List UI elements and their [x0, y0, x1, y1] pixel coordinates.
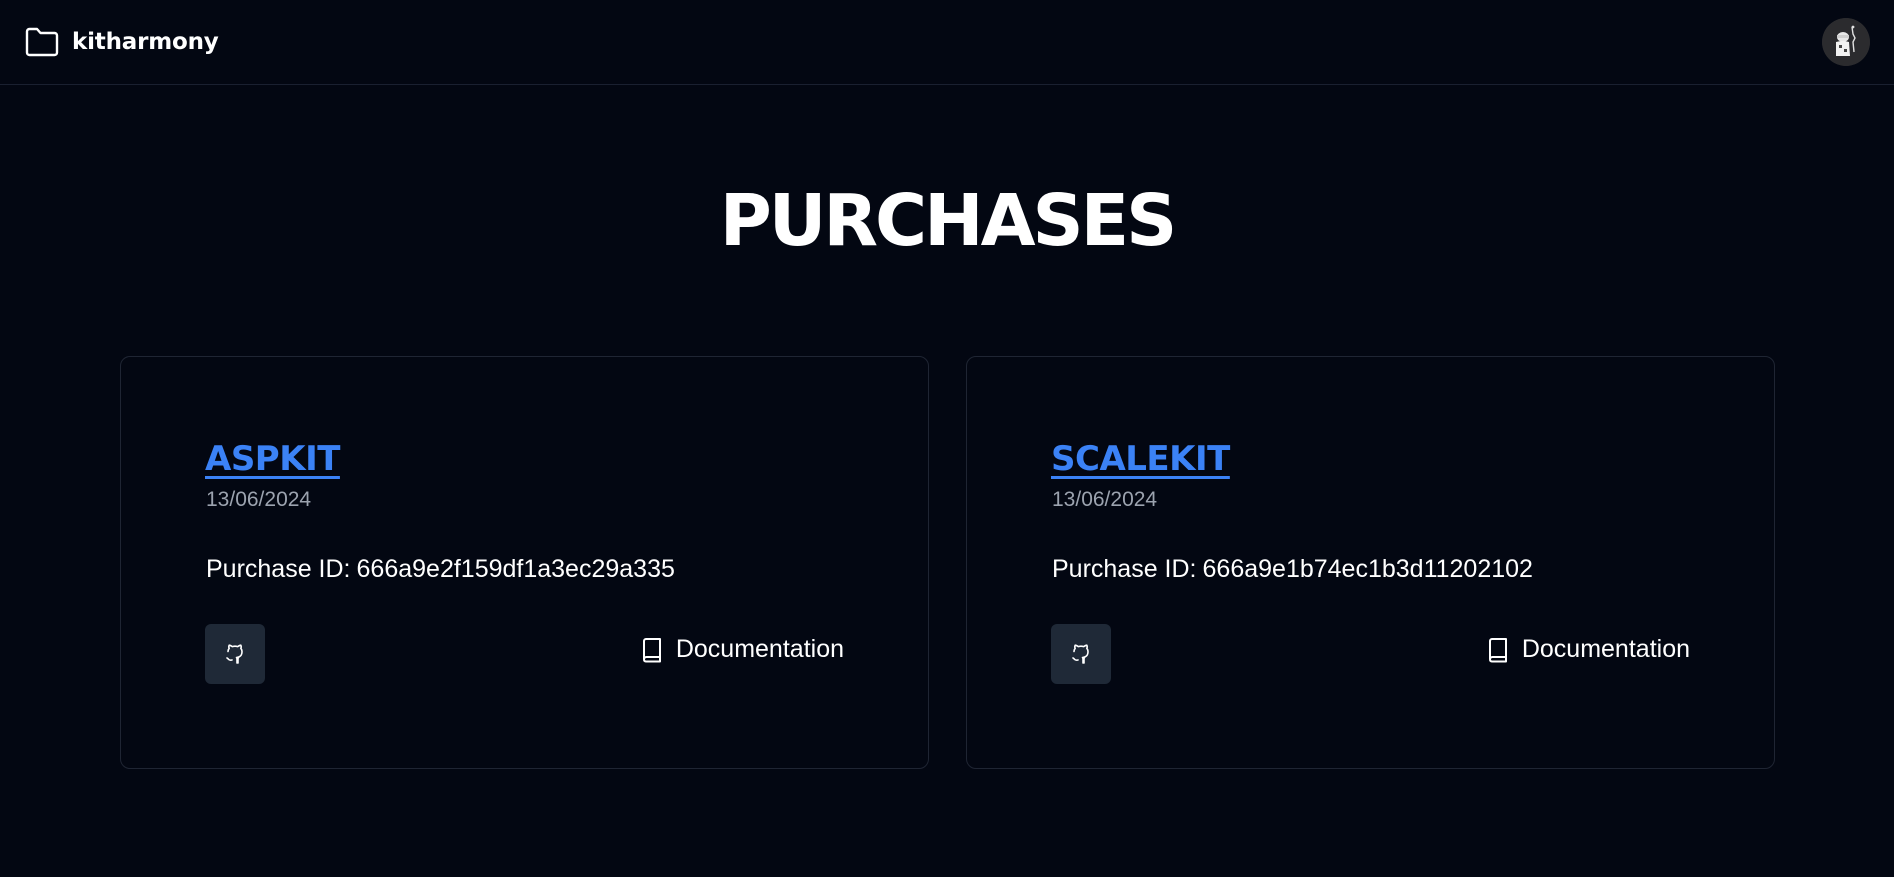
purchase-id-value: 666a9e1b74ec1b3d11202102	[1202, 555, 1533, 583]
purchase-id: Purchase ID: 666a9e1b74ec1b3d11202102	[1052, 555, 1533, 584]
book-icon	[640, 637, 664, 663]
purchase-card: SCALEKIT 13/06/2024 Purchase ID: 666a9e1b…	[966, 356, 1775, 769]
book-icon	[1486, 637, 1510, 663]
folder-icon	[24, 25, 60, 59]
avatar-image	[1822, 18, 1870, 66]
top-navbar: kitharmony	[0, 0, 1894, 85]
purchase-id-label: Purchase ID:	[206, 555, 351, 583]
github-icon	[223, 642, 247, 666]
documentation-label: Documentation	[675, 635, 844, 663]
purchase-id-label: Purchase ID:	[1052, 555, 1197, 583]
purchase-id-value: 666a9e2f159df1a3ec29a335	[356, 555, 675, 583]
documentation-link[interactable]: Documentation	[640, 635, 844, 664]
github-icon	[1069, 642, 1093, 666]
brand-home-link[interactable]: kitharmony	[24, 25, 219, 59]
kit-name-link[interactable]: ASPKIT	[205, 439, 340, 479]
brand-name: kitharmony	[72, 29, 219, 55]
kit-name-link[interactable]: SCALEKIT	[1051, 439, 1230, 479]
purchase-date: 13/06/2024	[1052, 488, 1158, 511]
user-avatar[interactable]	[1822, 18, 1870, 66]
github-button[interactable]	[205, 624, 265, 684]
github-button[interactable]	[1051, 624, 1111, 684]
page-title: PURCHASES	[719, 179, 1178, 262]
purchase-date: 13/06/2024	[206, 488, 312, 511]
purchase-id: Purchase ID: 666a9e2f159df1a3ec29a335	[206, 555, 675, 584]
purchase-card: ASPKIT 13/06/2024 Purchase ID: 666a9e2f15…	[120, 356, 929, 769]
documentation-link[interactable]: Documentation	[1486, 635, 1690, 664]
documentation-label: Documentation	[1521, 635, 1690, 663]
